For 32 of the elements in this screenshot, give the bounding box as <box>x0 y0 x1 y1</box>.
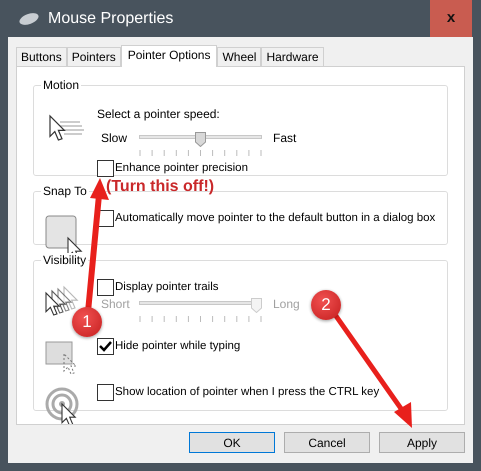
checkbox-label: Enhance pointer precision <box>115 161 248 176</box>
callout-text: (Turn this off!) <box>106 177 214 197</box>
slider-track[interactable] <box>139 130 262 158</box>
slider-track[interactable] <box>139 296 262 324</box>
checkbox[interactable] <box>97 160 114 177</box>
dialog-button[interactable]: Apply <box>379 432 465 453</box>
slider-label: Slow <box>100 130 128 146</box>
checkbox[interactable] <box>97 384 114 401</box>
tab[interactable]: Hardware <box>261 47 324 66</box>
checkbox[interactable] <box>97 338 114 355</box>
mouse-icon <box>18 12 40 26</box>
checkbox-label: Display pointer trails <box>115 280 219 295</box>
checkbox-label: Hide pointer while typing <box>115 339 240 354</box>
slider-label: Short <box>100 296 131 312</box>
checkbox-label: Show location of pointer when I press the CTRL key <box>115 385 380 400</box>
dialog-button[interactable]: OK <box>189 432 275 453</box>
close-button[interactable]: x <box>430 0 472 37</box>
tab[interactable]: Pointer Options <box>120 45 218 67</box>
checkbox[interactable] <box>97 279 114 296</box>
speed-label: Select a pointer speed: <box>97 106 221 122</box>
group-title: Motion <box>41 78 82 92</box>
tab[interactable]: Buttons <box>16 47 67 66</box>
tab[interactable]: Wheel <box>217 47 262 66</box>
group-title: Visibility <box>41 253 88 267</box>
group-title: Snap To <box>41 184 89 198</box>
slider-label: Fast <box>273 130 296 146</box>
checkbox-label: Automatically move pointer to the default button in a dialog box <box>115 211 436 226</box>
slider-label: Long <box>273 296 300 312</box>
tab[interactable]: Pointers <box>66 47 121 66</box>
slider-thumb[interactable] <box>195 130 206 145</box>
window-title: Mouse Properties <box>48 8 174 28</box>
dialog-button[interactable]: Cancel <box>284 432 370 453</box>
